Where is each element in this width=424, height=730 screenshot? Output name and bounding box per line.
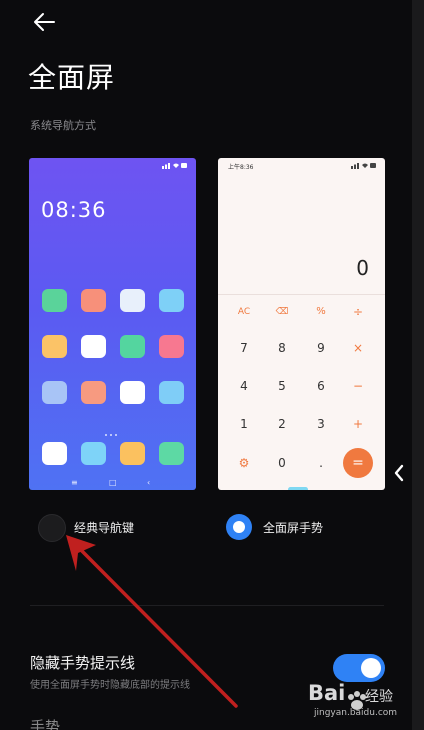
- signal-wifi-battery-icon: [162, 163, 187, 169]
- menu-icon: ≡: [71, 478, 78, 487]
- app-icon: [120, 335, 145, 358]
- app-icon: [120, 289, 145, 312]
- calculator-display: 0: [356, 256, 369, 280]
- calc-key: 7: [240, 341, 248, 355]
- section-divider: [30, 605, 384, 606]
- hide-hint-subtitle: 使用全面屏手势时隐藏底部的提示线: [30, 680, 190, 691]
- calc-key: ⚙: [238, 456, 250, 470]
- calc-key: .: [319, 456, 323, 470]
- classic-nav-preview[interactable]: 08:36 ≡ □ ‹: [29, 158, 196, 490]
- hide-hint-title[interactable]: 隐藏手势提示线: [30, 652, 135, 673]
- calc-key: AC: [237, 307, 251, 317]
- calc-key: +: [352, 417, 364, 431]
- app-icon: [42, 289, 67, 312]
- dock-app-icon: [81, 442, 106, 465]
- app-icon: [81, 335, 106, 358]
- lockscreen-clock: 08:36: [41, 198, 107, 222]
- calc-equals-key: =: [343, 448, 373, 478]
- settings-screen: 全面屏 系统导航方式 08:36 ≡ □ ‹ 上午8:36 0 AC ⌫ % ÷…: [0, 0, 412, 730]
- classic-nav-label[interactable]: 经典导航键: [74, 519, 134, 536]
- app-icon: [159, 289, 184, 312]
- calc-key: ⌫: [275, 307, 289, 317]
- gesture-nav-preview[interactable]: 上午8:36 0 AC ⌫ % ÷ 7 8 9 × 4 5 6 − 1 2 3 …: [218, 158, 385, 490]
- signal-wifi-battery-icon: [351, 163, 376, 169]
- gesture-nav-label[interactable]: 全面屏手势: [263, 519, 323, 536]
- section-subtitle: 系统导航方式: [30, 119, 96, 132]
- app-icon: [159, 335, 184, 358]
- calc-key: 9: [317, 341, 325, 355]
- app-icon: [159, 381, 184, 404]
- dock-app-icon: [159, 442, 184, 465]
- gesture-hint-line: [288, 487, 308, 490]
- calc-key: ×: [352, 341, 364, 355]
- calc-key: 8: [278, 341, 286, 355]
- calculator-divider: [218, 294, 385, 295]
- calc-key: 5: [278, 379, 286, 393]
- calc-key: 6: [317, 379, 325, 393]
- home-icon: □: [109, 478, 117, 487]
- chevron-left-icon[interactable]: [392, 462, 406, 484]
- status-time: 上午8:36: [228, 164, 254, 171]
- next-setting-title[interactable]: 手势…: [30, 716, 75, 730]
- watermark-brand-cn: 经验: [365, 689, 393, 705]
- dock-app-icon: [42, 442, 67, 465]
- app-icon: [81, 289, 106, 312]
- calc-key: 1: [240, 417, 248, 431]
- calc-key: ÷: [352, 305, 364, 319]
- app-icon: [42, 335, 67, 358]
- page-dots: [105, 421, 121, 436]
- arrow-left-icon[interactable]: [30, 8, 58, 36]
- app-icon: [120, 381, 145, 404]
- calc-key: 2: [278, 417, 286, 431]
- dock-app-icon: [120, 442, 145, 465]
- calc-key: %: [316, 306, 326, 317]
- app-icon: [81, 381, 106, 404]
- watermark-brand: Bai: [308, 681, 346, 705]
- watermark-url: jingyan.baidu.com: [314, 708, 398, 718]
- gesture-nav-radio[interactable]: [226, 514, 252, 540]
- mini-status-bar: 上午8:36: [218, 158, 385, 172]
- calc-key: 3: [317, 417, 325, 431]
- calc-key: 0: [278, 456, 286, 470]
- mini-nav-bar: ≡ □ ‹: [29, 476, 196, 490]
- screen-edge: [412, 0, 424, 730]
- app-icon: [42, 381, 67, 404]
- back-icon: ‹: [147, 478, 151, 487]
- classic-nav-radio[interactable]: [38, 514, 66, 542]
- calc-key: −: [352, 379, 364, 393]
- page-title: 全面屏: [28, 61, 116, 94]
- calc-key: 4: [240, 379, 248, 393]
- hide-hint-toggle[interactable]: [333, 654, 385, 682]
